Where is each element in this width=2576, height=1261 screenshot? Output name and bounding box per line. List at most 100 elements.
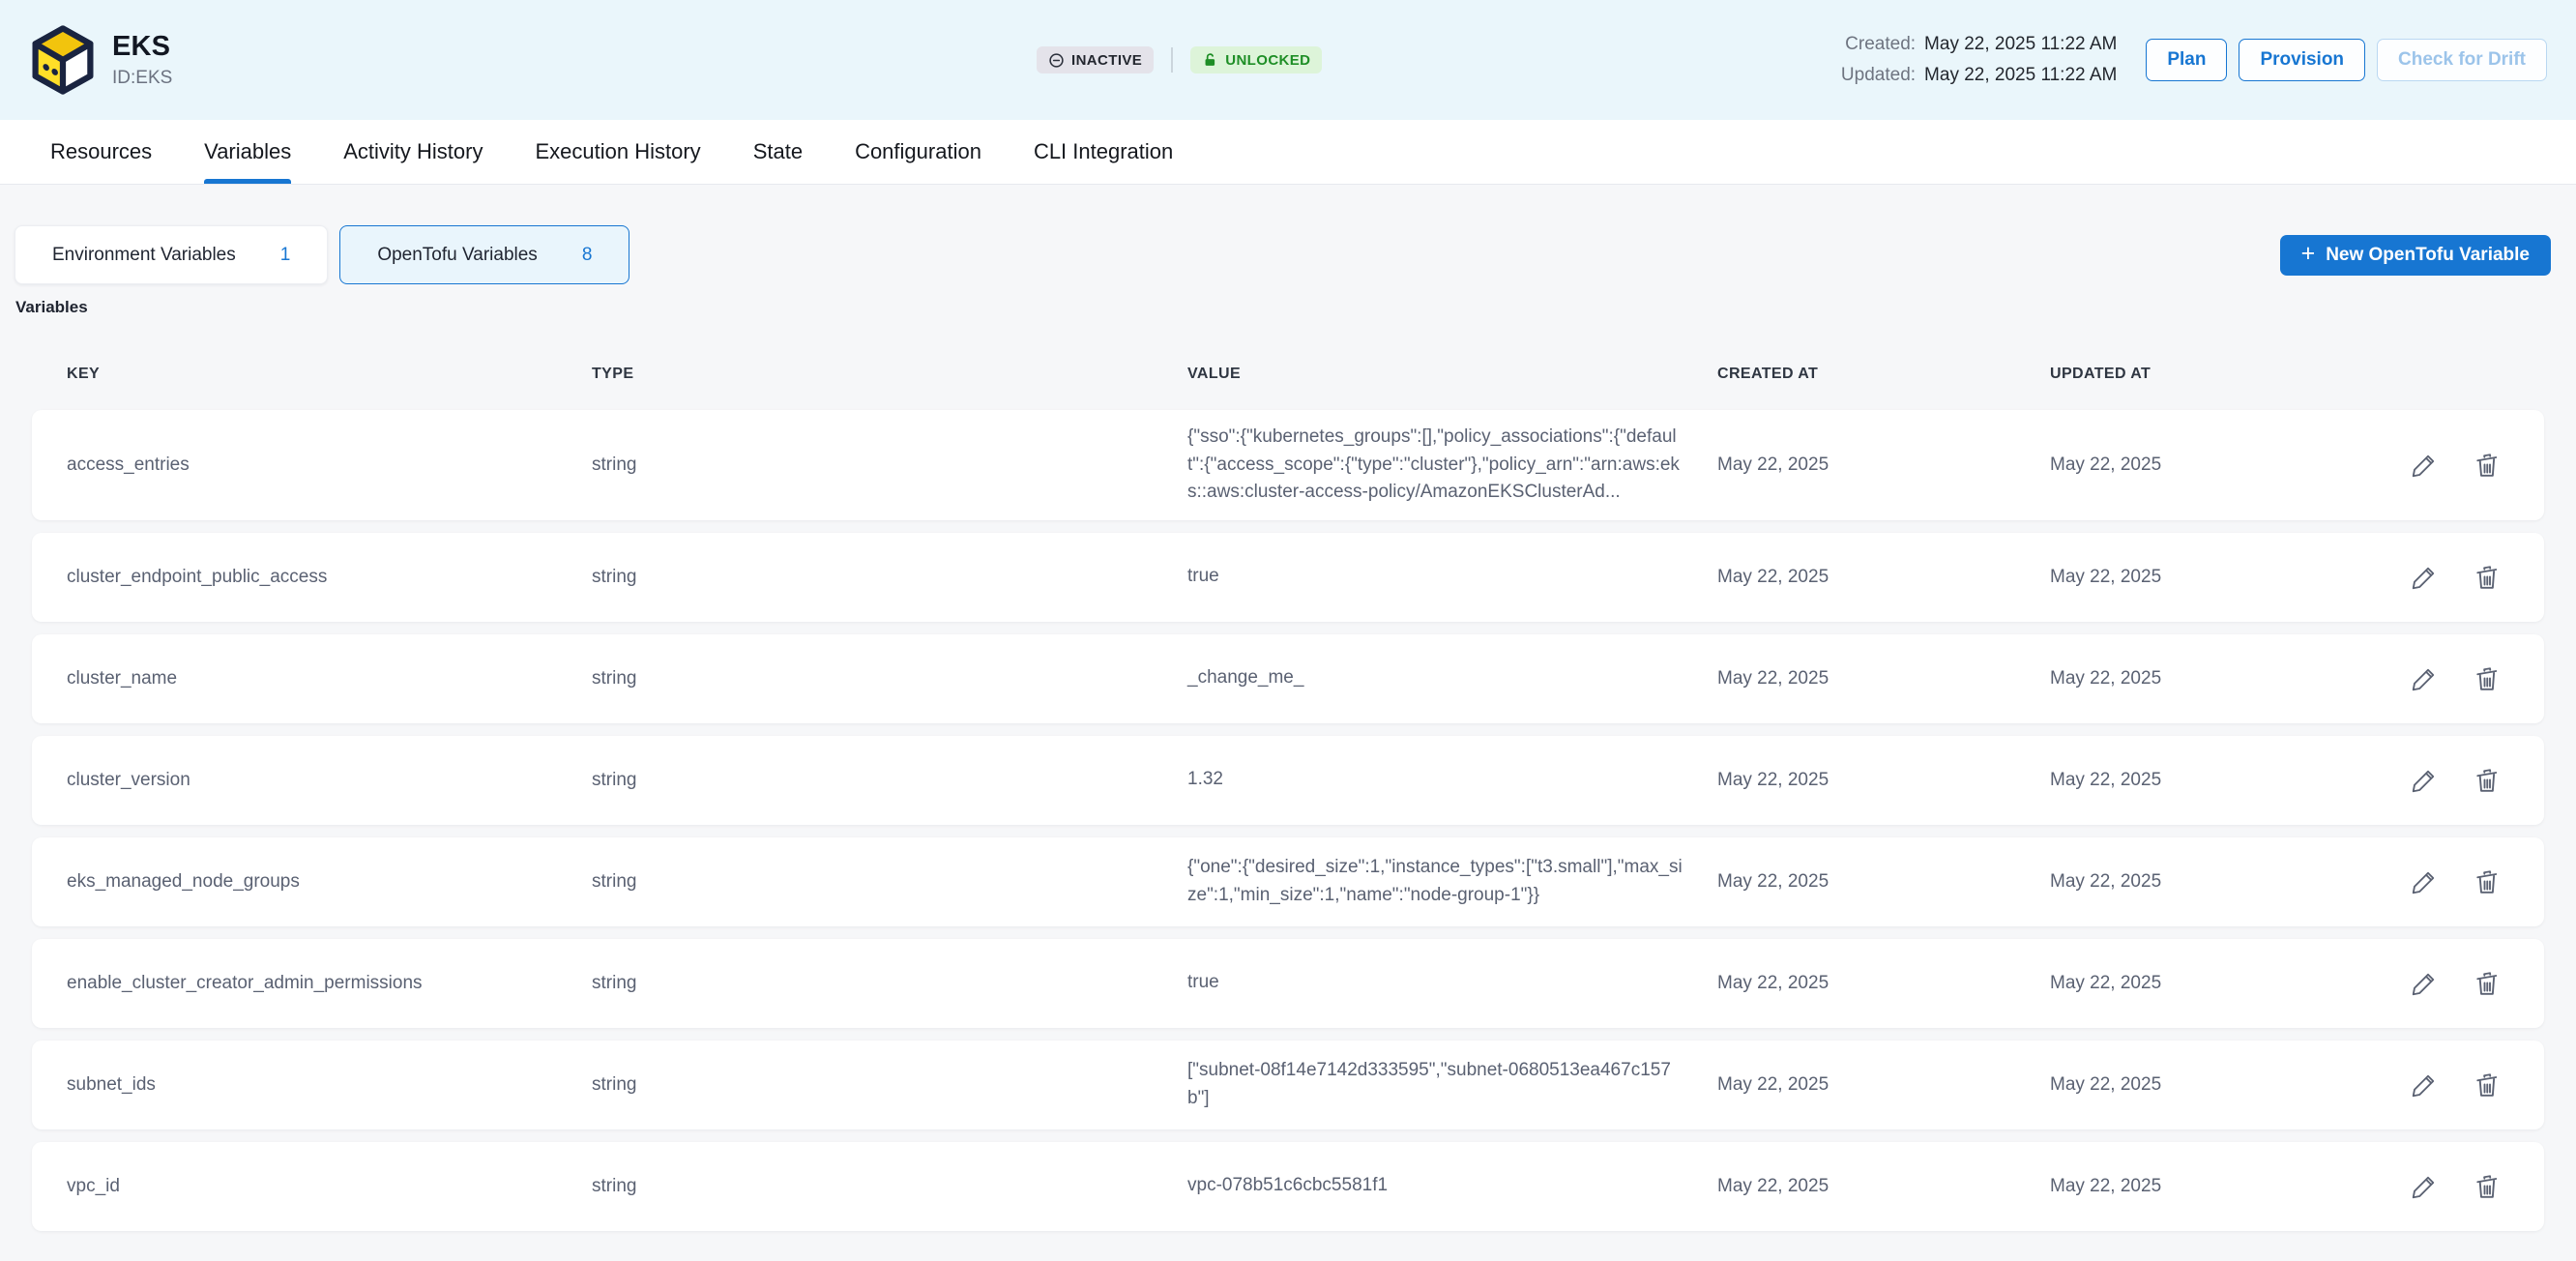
environment-header: EKS ID:EKS INACTIVE UNLOCKED C bbox=[0, 0, 2576, 120]
variable-created-at: May 22, 2025 bbox=[1717, 871, 2050, 893]
tab-variables[interactable]: Variables bbox=[178, 120, 317, 184]
variable-key: vpc_id bbox=[67, 1176, 592, 1197]
variable-type: string bbox=[592, 668, 1187, 689]
table-row: vpc_id string vpc-078b51c6cbc5581f1 May … bbox=[32, 1142, 2544, 1231]
opentofu-variables-count: 8 bbox=[582, 245, 593, 266]
updated-value: May 22, 2025 11:22 AM bbox=[1924, 65, 2117, 86]
plus-icon: + bbox=[2301, 242, 2316, 266]
opentofu-cube-logo-icon bbox=[29, 25, 97, 95]
column-created-at: CREATED AT bbox=[1717, 366, 2050, 383]
table-row: cluster_name string _change_me_ May 22, … bbox=[32, 634, 2544, 723]
delete-variable-button[interactable] bbox=[2473, 664, 2502, 693]
variables-page: Environment Variables 1 OpenTofu Variabl… bbox=[0, 185, 2576, 1231]
variable-updated-at: May 22, 2025 bbox=[2050, 455, 2389, 476]
variable-key: eks_managed_node_groups bbox=[67, 871, 592, 893]
timestamps: Created: May 22, 2025 11:22 AM Updated: … bbox=[1841, 34, 2117, 86]
edit-variable-button[interactable] bbox=[2410, 563, 2439, 592]
variable-updated-at: May 22, 2025 bbox=[2050, 1074, 2389, 1096]
table-header: KEY TYPE VALUE CREATED AT UPDATED AT bbox=[32, 366, 2544, 383]
variable-value: 1.32 bbox=[1187, 766, 1717, 794]
tab-activity-history[interactable]: Activity History bbox=[317, 120, 509, 184]
variable-value: {"one":{"desired_size":1,"instance_types… bbox=[1187, 854, 1717, 909]
subtab-environment-variables[interactable]: Environment Variables 1 bbox=[15, 225, 328, 284]
edit-variable-button[interactable] bbox=[2410, 1172, 2439, 1201]
pencil-icon bbox=[2410, 563, 2439, 592]
trash-icon bbox=[2473, 1070, 2502, 1100]
variable-created-at: May 22, 2025 bbox=[1717, 1074, 2050, 1096]
environment-id: ID:EKS bbox=[112, 68, 172, 89]
trash-icon bbox=[2473, 664, 2502, 693]
pencil-icon bbox=[2410, 969, 2439, 998]
trash-icon bbox=[2473, 969, 2502, 998]
variable-created-at: May 22, 2025 bbox=[1717, 1176, 2050, 1197]
subtab-opentofu-variables[interactable]: OpenTofu Variables 8 bbox=[339, 225, 629, 284]
delete-variable-button[interactable] bbox=[2473, 766, 2502, 795]
variable-created-at: May 22, 2025 bbox=[1717, 770, 2050, 791]
brand: EKS ID:EKS bbox=[29, 25, 172, 95]
check-for-drift-button[interactable]: Check for Drift bbox=[2377, 39, 2547, 81]
status-badge: INACTIVE bbox=[1037, 46, 1154, 73]
created-value: May 22, 2025 11:22 AM bbox=[1924, 34, 2117, 55]
trash-icon bbox=[2473, 766, 2502, 795]
variable-updated-at: May 22, 2025 bbox=[2050, 871, 2389, 893]
table-row: enable_cluster_creator_admin_permissions… bbox=[32, 939, 2544, 1028]
provision-button[interactable]: Provision bbox=[2239, 39, 2365, 81]
column-value: VALUE bbox=[1187, 366, 1717, 383]
variable-value: ["subnet-08f14e7142d333595","subnet-0680… bbox=[1187, 1057, 1717, 1112]
created-label: Created: bbox=[1841, 34, 1916, 55]
plan-button[interactable]: Plan bbox=[2146, 39, 2227, 81]
variable-key: access_entries bbox=[67, 455, 592, 476]
table-row: access_entries string {"sso":{"kubernete… bbox=[32, 410, 2544, 520]
pencil-icon bbox=[2410, 1172, 2439, 1201]
section-title: Variables bbox=[15, 298, 2561, 317]
variable-updated-at: May 22, 2025 bbox=[2050, 1176, 2389, 1197]
edit-variable-button[interactable] bbox=[2410, 664, 2439, 693]
status-badges: INACTIVE UNLOCKED bbox=[1037, 46, 1322, 73]
delete-variable-button[interactable] bbox=[2473, 867, 2502, 896]
variable-created-at: May 22, 2025 bbox=[1717, 973, 2050, 994]
tab-resources[interactable]: Resources bbox=[24, 120, 178, 184]
environment-tabs: Resources Variables Activity History Exe… bbox=[0, 120, 2576, 185]
tab-state[interactable]: State bbox=[727, 120, 829, 184]
delete-variable-button[interactable] bbox=[2473, 1070, 2502, 1100]
table-row: subnet_ids string ["subnet-08f14e7142d33… bbox=[32, 1041, 2544, 1129]
page-title: EKS bbox=[112, 31, 172, 63]
variable-type: string bbox=[592, 770, 1187, 791]
subtab-label: Environment Variables bbox=[52, 245, 236, 266]
delete-variable-button[interactable] bbox=[2473, 1172, 2502, 1201]
variable-type: string bbox=[592, 1176, 1187, 1197]
delete-variable-button[interactable] bbox=[2473, 451, 2502, 480]
edit-variable-button[interactable] bbox=[2410, 766, 2439, 795]
header-actions: Plan Provision Check for Drift bbox=[2146, 39, 2547, 81]
edit-variable-button[interactable] bbox=[2410, 867, 2439, 896]
variable-created-at: May 22, 2025 bbox=[1717, 567, 2050, 588]
variable-created-at: May 22, 2025 bbox=[1717, 455, 2050, 476]
variable-type: string bbox=[592, 567, 1187, 588]
trash-icon bbox=[2473, 451, 2502, 480]
delete-variable-button[interactable] bbox=[2473, 563, 2502, 592]
variable-key: subnet_ids bbox=[67, 1074, 592, 1096]
pencil-icon bbox=[2410, 766, 2439, 795]
table-body: access_entries string {"sso":{"kubernete… bbox=[32, 410, 2544, 1231]
tab-configuration[interactable]: Configuration bbox=[829, 120, 1008, 184]
tab-cli-integration[interactable]: CLI Integration bbox=[1008, 120, 1199, 184]
tab-execution-history[interactable]: Execution History bbox=[510, 120, 727, 184]
delete-variable-button[interactable] bbox=[2473, 969, 2502, 998]
lock-status-badge: UNLOCKED bbox=[1190, 46, 1322, 73]
trash-icon bbox=[2473, 867, 2502, 896]
pencil-icon bbox=[2410, 664, 2439, 693]
variable-updated-at: May 22, 2025 bbox=[2050, 567, 2389, 588]
edit-variable-button[interactable] bbox=[2410, 1070, 2439, 1100]
new-opentofu-variable-button[interactable]: + New OpenTofu Variable bbox=[2280, 235, 2551, 276]
variable-value: true bbox=[1187, 969, 1717, 997]
table-row: cluster_endpoint_public_access string tr… bbox=[32, 533, 2544, 622]
variable-type: string bbox=[592, 973, 1187, 994]
edit-variable-button[interactable] bbox=[2410, 451, 2439, 480]
edit-variable-button[interactable] bbox=[2410, 969, 2439, 998]
variable-value: {"sso":{"kubernetes_groups":[],"policy_a… bbox=[1187, 424, 1717, 507]
variable-type: string bbox=[592, 455, 1187, 476]
badge-divider bbox=[1171, 47, 1173, 73]
trash-icon bbox=[2473, 1172, 2502, 1201]
variable-key: enable_cluster_creator_admin_permissions bbox=[67, 973, 592, 994]
variable-value: vpc-078b51c6cbc5581f1 bbox=[1187, 1172, 1717, 1200]
